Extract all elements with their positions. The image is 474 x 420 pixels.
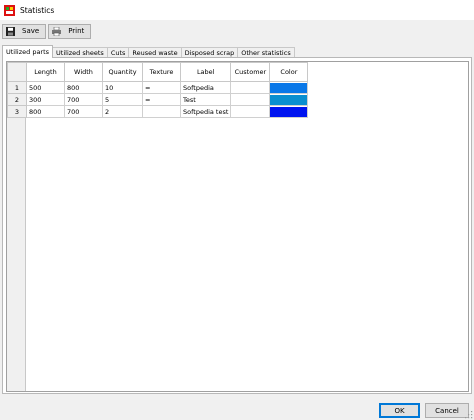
cell-length[interactable]: 300 bbox=[26, 93, 65, 106]
row-number[interactable]: 2 bbox=[7, 93, 27, 106]
save-button[interactable]: Save bbox=[2, 23, 47, 39]
cell-customer[interactable] bbox=[230, 93, 271, 106]
color-swatch bbox=[270, 82, 307, 93]
table-row[interactable]: 2 300 700 5 = Test bbox=[7, 93, 309, 106]
cancel-button[interactable]: Cancel bbox=[425, 403, 469, 418]
tab-panel: Length Width Quantity Texture Label Cust… bbox=[2, 57, 472, 394]
printer-icon bbox=[52, 26, 62, 36]
cell-label[interactable]: Softpedia test bbox=[179, 105, 232, 118]
toolbar: Save Print bbox=[0, 22, 474, 40]
cell-label[interactable]: Test bbox=[179, 93, 232, 106]
cell-quantity[interactable]: 5 bbox=[102, 93, 143, 106]
table-row[interactable]: 1 500 800 10 = Softpedia bbox=[7, 81, 309, 94]
title-bar: Statistics bbox=[0, 0, 474, 20]
cell-width[interactable]: 800 bbox=[64, 81, 103, 94]
data-grid[interactable]: Length Width Quantity Texture Label Cust… bbox=[6, 61, 469, 392]
cell-length[interactable]: 500 bbox=[26, 81, 65, 94]
app-icon bbox=[4, 4, 15, 16]
cell-label[interactable]: Softpedia bbox=[179, 81, 232, 94]
cell-width[interactable]: 700 bbox=[64, 93, 103, 106]
tab-utilized-parts[interactable]: Utilized parts bbox=[2, 45, 54, 58]
cell-customer[interactable] bbox=[230, 81, 271, 94]
column-header-length[interactable]: Length bbox=[26, 62, 65, 82]
dialog-footer: OK Cancel bbox=[0, 396, 474, 420]
grid-corner[interactable] bbox=[7, 62, 27, 82]
print-button-label: Print bbox=[68, 27, 85, 35]
row-number[interactable]: 3 bbox=[7, 105, 27, 118]
cell-length[interactable]: 800 bbox=[26, 105, 65, 118]
column-header-label[interactable]: Label bbox=[179, 62, 232, 82]
cell-texture[interactable]: = bbox=[142, 93, 181, 106]
floppy-disk-icon bbox=[6, 26, 15, 36]
color-swatch bbox=[270, 106, 307, 117]
color-swatch bbox=[270, 94, 307, 105]
column-header-customer[interactable]: Customer bbox=[230, 62, 271, 82]
parts-table: Length Width Quantity Texture Label Cust… bbox=[7, 62, 309, 118]
column-header-color[interactable]: Color bbox=[269, 62, 309, 82]
cell-quantity[interactable]: 10 bbox=[102, 81, 143, 94]
save-button-label: Save bbox=[22, 27, 40, 35]
cell-width[interactable]: 700 bbox=[64, 105, 103, 118]
cell-color[interactable] bbox=[269, 105, 309, 118]
row-number[interactable]: 1 bbox=[7, 81, 27, 94]
cell-texture[interactable] bbox=[142, 105, 181, 118]
cell-quantity[interactable]: 2 bbox=[102, 105, 143, 118]
cell-color[interactable] bbox=[269, 81, 309, 94]
cell-customer[interactable] bbox=[230, 105, 271, 118]
ok-button[interactable]: OK bbox=[379, 403, 420, 418]
resize-grip-icon[interactable] bbox=[465, 411, 473, 419]
column-header-texture[interactable]: Texture bbox=[142, 62, 181, 82]
table-row[interactable]: 3 800 700 2 Softpedia test bbox=[7, 105, 309, 118]
column-header-quantity[interactable]: Quantity bbox=[102, 62, 143, 82]
cell-color[interactable] bbox=[269, 93, 309, 106]
column-header-width[interactable]: Width bbox=[64, 62, 103, 82]
window-title: Statistics bbox=[20, 5, 55, 15]
print-button[interactable]: Print bbox=[48, 23, 92, 39]
cell-texture[interactable]: = bbox=[142, 81, 181, 94]
